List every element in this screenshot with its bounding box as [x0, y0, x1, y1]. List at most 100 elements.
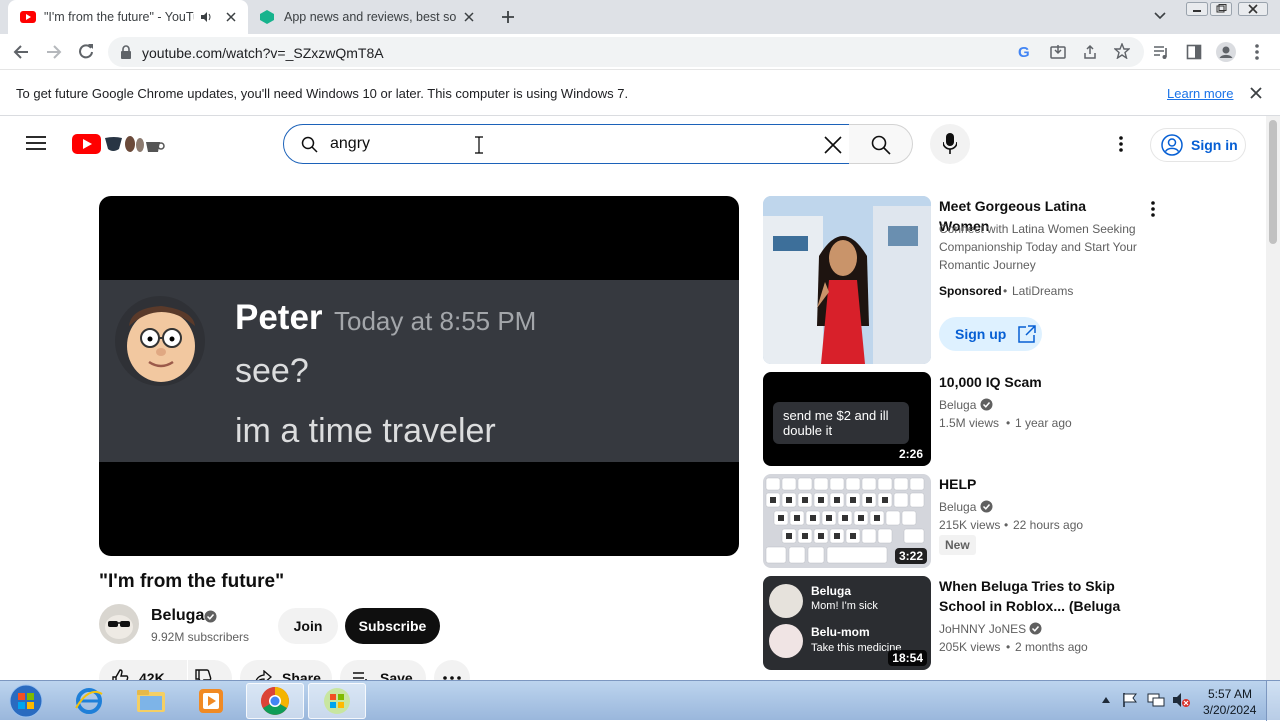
search-input[interactable] — [330, 133, 770, 155]
verified-icon — [1029, 622, 1042, 635]
recommended-video[interactable]: Beluga Mom! I'm sick Belu-mom Take this … — [763, 576, 1263, 670]
recommended-video[interactable]: 3:22 HELP Beluga 215K views • 22 hours a… — [763, 474, 1263, 568]
new-badge: New — [939, 535, 976, 555]
channel-name[interactable]: Beluga — [151, 607, 204, 625]
channel-name[interactable]: Beluga — [939, 398, 976, 412]
forward-icon[interactable] — [46, 44, 62, 60]
url-text: youtube.com/watch?v=_SZxzwQmT8A — [142, 45, 384, 61]
advertiser-name: LatiDreams — [1012, 284, 1074, 298]
search-box[interactable] — [283, 124, 850, 164]
channel-name[interactable]: JoHNNY JoNES — [939, 622, 1026, 636]
media-player-icon[interactable] — [182, 683, 240, 719]
upload-age: 2 months ago — [1015, 640, 1088, 654]
subscribe-button[interactable]: Subscribe — [345, 608, 440, 644]
search-button[interactable] — [849, 124, 913, 164]
video-duration: 3:22 — [894, 548, 927, 564]
subscriber-count: 9.92M subscribers — [151, 630, 250, 644]
video-thumbnail[interactable]: Beluga Mom! I'm sick Belu-mom Take this … — [763, 576, 931, 670]
action-center-flag-icon[interactable] — [1122, 692, 1138, 708]
new-tab-icon[interactable] — [501, 10, 515, 24]
clock-date[interactable]: 3/20/2024 — [1203, 703, 1256, 717]
share-icon[interactable] — [1082, 44, 1098, 60]
ad-menu-icon[interactable] — [1151, 201, 1155, 217]
join-button[interactable]: Join — [278, 608, 338, 644]
clock-time[interactable]: 5:57 AM — [1208, 687, 1252, 701]
internet-explorer-icon[interactable] — [60, 683, 118, 719]
verified-icon — [204, 610, 217, 623]
sponsored-dot: • — [1003, 284, 1008, 298]
close-infobar-icon[interactable] — [1250, 87, 1262, 99]
join-label: Join — [293, 618, 323, 634]
show-hidden-icons[interactable] — [1101, 696, 1111, 704]
hamburger-menu-icon[interactable] — [26, 135, 46, 151]
view-count: 215K views — [939, 518, 1001, 532]
learn-more-link[interactable]: Learn more — [1167, 86, 1233, 101]
network-icon[interactable] — [1147, 692, 1165, 708]
video-title[interactable]: 10,000 IQ Scam — [939, 372, 1149, 392]
subscribe-label: Subscribe — [358, 618, 427, 634]
install-icon[interactable] — [1050, 44, 1066, 60]
view-count: 1.5M views — [939, 416, 1000, 430]
recommended-video[interactable]: send me $2 and ill double it 2:26 10,000… — [763, 372, 1263, 466]
verified-icon — [980, 398, 993, 411]
tab-youtube[interactable]: "I'm from the future" - YouTu — [8, 0, 248, 34]
channel-avatar[interactable] — [99, 604, 139, 644]
verified-icon — [980, 500, 993, 513]
settings-menu-icon[interactable] — [1119, 136, 1123, 152]
video-title[interactable]: When Beluga Tries to Skip School in Robl… — [939, 576, 1144, 616]
upload-age: 22 hours ago — [1013, 518, 1084, 532]
close-tab-icon[interactable] — [226, 12, 236, 22]
file-explorer-icon[interactable] — [122, 683, 180, 719]
volume-muted-icon[interactable] — [1172, 692, 1190, 708]
video-thumbnail[interactable]: 3:22 — [763, 474, 931, 568]
reload-icon[interactable] — [78, 43, 94, 59]
tab-title: "I'm from the future" - YouTu — [44, 10, 194, 24]
sign-in-button[interactable]: Sign in — [1150, 128, 1246, 162]
message-line-1: see? — [235, 352, 309, 390]
scrollbar-thumb[interactable] — [1269, 120, 1277, 244]
search-icon — [301, 136, 318, 153]
voice-search-button[interactable] — [930, 124, 970, 164]
chrome-menu-icon[interactable] — [1255, 44, 1259, 60]
account-icon — [1161, 134, 1183, 156]
bookmark-star-icon[interactable] — [1114, 43, 1130, 59]
profile-icon[interactable] — [1216, 42, 1236, 62]
thumb-name-2: Belu-mom — [811, 625, 870, 639]
channel-name[interactable]: Beluga — [939, 500, 976, 514]
video-player[interactable]: Peter Today at 8:55 PM see? im a time tr… — [99, 196, 739, 556]
back-icon[interactable] — [13, 44, 29, 60]
meta-dot: • — [1004, 518, 1009, 532]
page-scrollbar[interactable] — [1266, 116, 1280, 680]
video-title[interactable]: HELP — [939, 474, 1149, 494]
clear-search-icon[interactable] — [824, 136, 842, 154]
browser-toolbar: youtube.com/watch?v=_SZxzwQmT8A G — [0, 34, 1280, 70]
update-infobar: To get future Google Chrome updates, you… — [0, 71, 1280, 116]
speaker-icon[interactable] — [200, 11, 212, 23]
ad-thumbnail[interactable] — [763, 196, 931, 364]
thumb-name-1: Beluga — [811, 584, 852, 598]
video-thumbnail[interactable]: send me $2 and ill double it 2:26 — [763, 372, 931, 466]
ad-cta-label: Sign up — [955, 326, 1007, 342]
upload-age: 1 year ago — [1015, 416, 1072, 430]
show-desktop-button[interactable] — [1266, 681, 1280, 721]
side-panel-icon[interactable] — [1186, 44, 1202, 60]
lock-icon[interactable] — [120, 45, 132, 59]
ad-sign-up-button[interactable]: Sign up — [939, 317, 1042, 351]
message-timestamp: Today at 8:55 PM — [334, 306, 537, 336]
sponsored-ad[interactable]: Meet Gorgeous Latina Women Connect with … — [763, 196, 1263, 364]
youtube-header: Sign in — [0, 116, 1266, 172]
address-bar[interactable]: youtube.com/watch?v=_SZxzwQmT8A G — [108, 37, 1144, 67]
media-control-icon[interactable] — [1153, 44, 1169, 60]
close-window-icon[interactable] — [1236, 0, 1270, 18]
infobar-message: To get future Google Chrome updates, you… — [16, 86, 629, 101]
tab-search-icon[interactable] — [1154, 12, 1166, 20]
google-icon[interactable]: G — [1018, 44, 1030, 61]
thumb-avatar-mom — [769, 624, 803, 658]
start-button[interactable] — [0, 683, 52, 719]
windows-app-icon[interactable] — [308, 683, 366, 719]
chrome-taskbar-icon[interactable] — [246, 683, 304, 719]
youtube-logo[interactable] — [72, 132, 172, 156]
close-tab-icon[interactable] — [464, 12, 474, 22]
tab-app-news[interactable]: App news and reviews, best softw — [250, 0, 488, 34]
restore-icon[interactable] — [1206, 0, 1236, 18]
